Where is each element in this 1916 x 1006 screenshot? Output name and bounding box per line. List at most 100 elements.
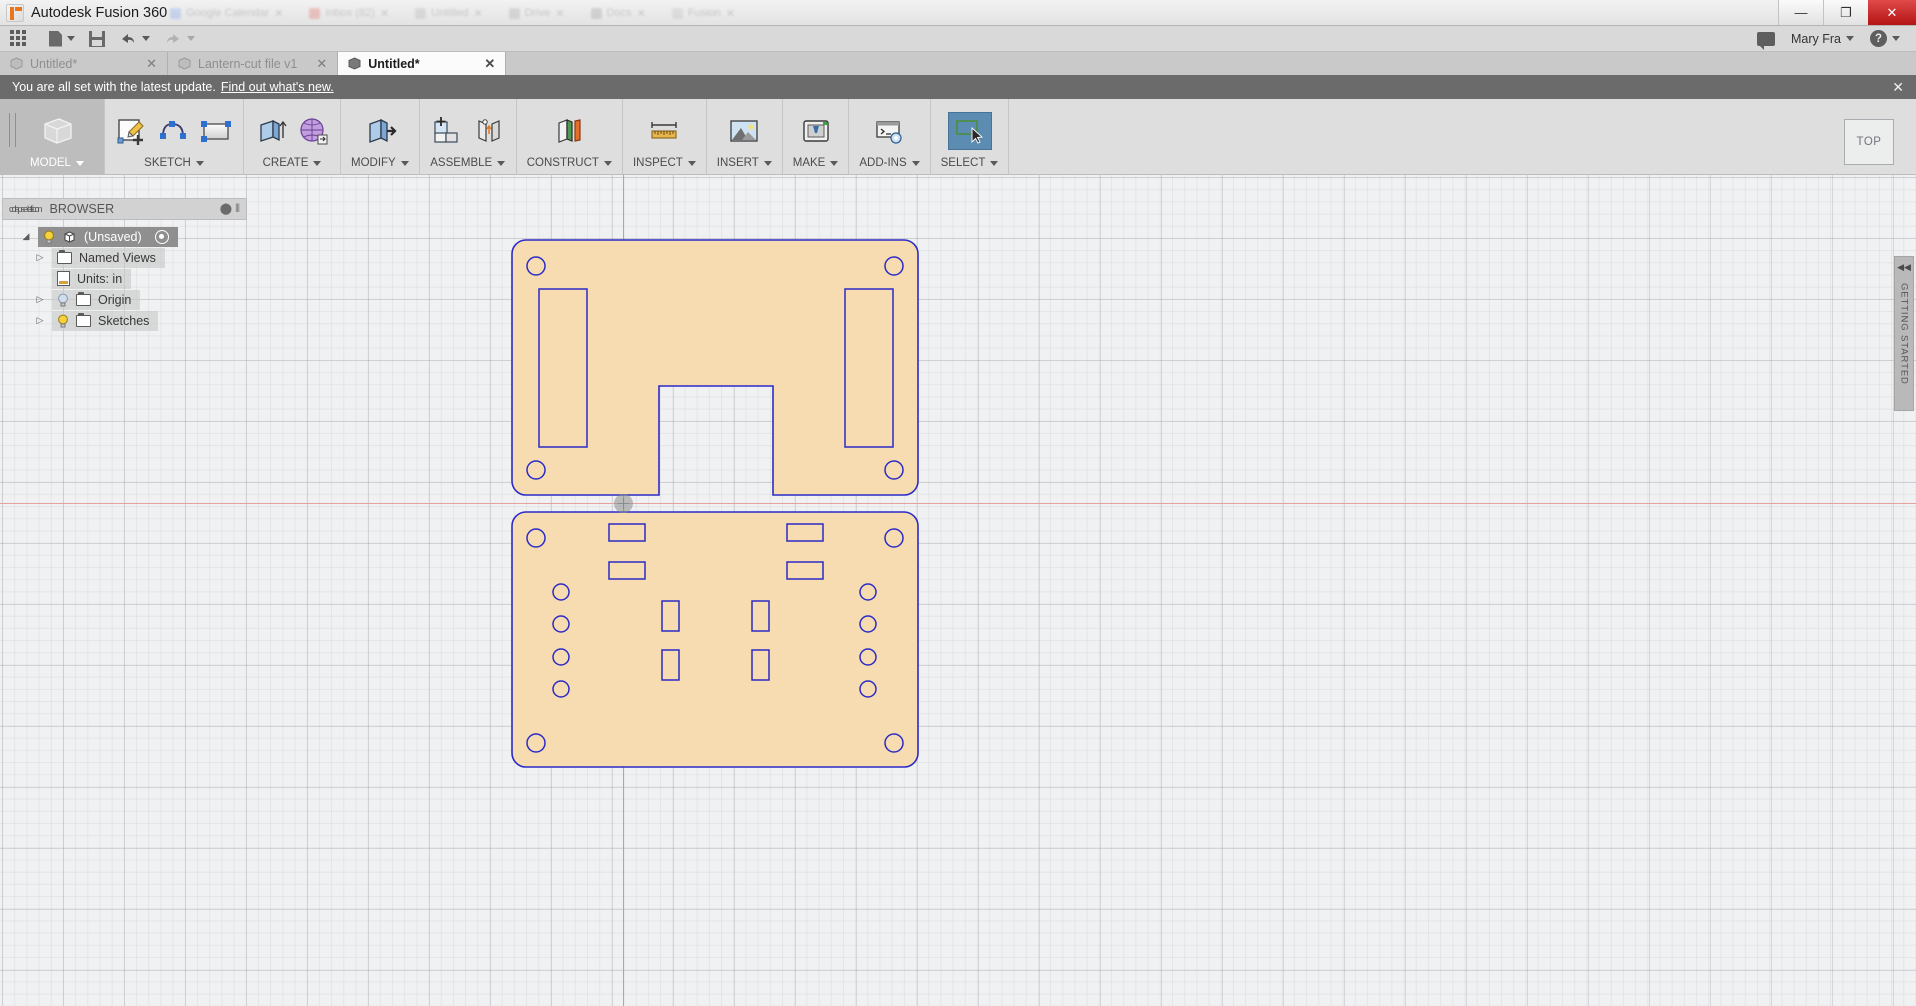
chevron-down-icon [1892,36,1900,41]
construct-plane-icon[interactable] [552,114,586,148]
light-bulb-icon[interactable] [57,293,69,307]
new-document-icon [49,30,62,47]
getting-started-rail[interactable]: ◀◀ GETTING STARTED [1894,256,1914,411]
redo-button[interactable] [164,32,195,46]
expand-twisty-icon[interactable]: ▷ [34,294,46,305]
component-cube-icon [62,230,77,244]
undo-button[interactable] [119,32,150,46]
ribbon-panel-assemble[interactable]: ASSEMBLE [420,99,517,174]
insert-image-icon[interactable] [727,114,761,148]
panel-menu-icon[interactable]: ⬤ ⦀ [220,202,240,216]
ribbon-panel-insert[interactable]: INSERT [707,99,783,174]
ribbon-panel-create[interactable]: CREATE [244,99,341,174]
document-tab-0[interactable]: Untitled* ✕ [0,52,168,75]
form-icon[interactable] [296,114,330,148]
chevron-down-icon [187,36,195,41]
close-icon[interactable]: ✕ [1892,79,1904,96]
chevron-down-icon [142,36,150,41]
create-sketch-icon[interactable] [115,114,149,148]
rectangle-icon[interactable] [199,114,233,148]
close-icon[interactable]: ✕ [484,56,495,72]
tree-item-sketches[interactable]: ▷ Sketches [2,310,247,331]
ribbon-panel-sketch[interactable]: SKETCH [105,99,244,174]
spline-icon[interactable] [157,114,191,148]
ribbon-panel-label: SKETCH [144,157,204,172]
browser-header: collapse-left-icon BROWSER ⬤ ⦀ [2,198,247,220]
measure-ruler-icon[interactable] [647,114,681,148]
collapse-left-icon[interactable]: collapse-left-icon [9,204,43,214]
help-menu[interactable]: ? [1870,30,1900,47]
document-cube-icon [10,57,23,70]
joint-icon[interactable] [472,114,506,148]
close-icon[interactable]: ✕ [316,56,327,72]
undo-icon [119,32,137,46]
document-tab-1[interactable]: Lantern-cut file v1 ✕ [168,52,339,75]
quick-access-toolbar: Mary Fra ? [0,26,1916,52]
tree-item-named-views[interactable]: ▷ Named Views [2,247,247,268]
ribbon-panel-model[interactable]: MODEL [0,99,105,174]
expand-twisty-icon[interactable]: ◢ [20,231,32,242]
activate-target-icon[interactable] [154,229,169,244]
sketch-geometry [511,239,919,768]
3d-print-icon[interactable] [799,114,833,148]
light-bulb-icon[interactable] [57,314,69,328]
document-cube-icon [348,57,361,70]
new-component-icon[interactable] [430,114,464,148]
tree-item-label: Named Views [79,250,156,265]
collapse-left-icon[interactable]: ◀◀ [1897,262,1911,273]
ribbon-panel-modify[interactable]: MODIFY [341,99,420,174]
tree-item-units[interactable]: Units: in [2,268,247,289]
tree-item-label: Units: in [77,271,123,286]
close-icon[interactable]: ✕ [146,56,157,72]
tree-item-origin[interactable]: ▷ Origin [2,289,247,310]
whats-new-link[interactable]: Find out what's new. [221,80,334,94]
close-button[interactable]: ✕ [1868,0,1916,25]
update-notification-bar: You are all set with the latest update. … [0,75,1916,99]
chevron-down-icon [67,36,75,41]
document-tab-bar: Untitled* ✕ Lantern-cut file v1 ✕ Untitl… [0,52,1916,75]
user-menu[interactable]: Mary Fra [1791,32,1854,46]
user-name-label: Mary Fra [1791,31,1841,46]
window-controls: — ❐ ✕ [1778,0,1916,25]
ribbon-toolbar: MODEL SKETCH CREATE MODIFY ASSEMBLE CONS… [0,99,1916,175]
folder-icon [76,312,91,327]
expand-twisty-icon[interactable]: ▷ [34,315,46,326]
ribbon-panel-make[interactable]: MAKE [783,99,850,174]
getting-started-label: GETTING STARTED [1898,283,1910,385]
expand-twisty-icon[interactable]: ▷ [34,252,46,263]
ribbon-panel-label: ASSEMBLE [430,157,506,172]
chevron-down-icon [1846,36,1854,41]
ribbon-panel-addins[interactable]: ADD-INS [849,99,931,174]
new-document-button[interactable] [49,30,75,47]
origin-point-marker[interactable] [614,494,633,513]
tree-item-label: Sketches [98,313,150,328]
press-pull-icon[interactable] [363,114,397,148]
app-grid-icon[interactable] [10,30,27,47]
ribbon-panel-label: CONSTRUCT [527,157,612,172]
select-window-icon[interactable] [947,111,992,150]
document-tab-2[interactable]: Untitled* ✕ [338,52,507,75]
view-cube[interactable]: TOP [1844,119,1894,165]
tree-item-label: (Unsaved) [84,229,142,244]
notification-message: You are all set with the latest update. [12,80,216,94]
restore-button[interactable]: ❐ [1823,0,1868,25]
ribbon-panel-select[interactable]: SELECT [931,99,1010,174]
fusion360-logo-icon [6,3,24,22]
tree-item-label: Origin [98,292,132,307]
scripts-addins-icon[interactable] [872,114,906,148]
light-bulb-icon[interactable] [43,230,55,244]
minimize-button[interactable]: — [1778,0,1823,25]
document-tab-label: Untitled* [368,56,420,71]
ribbon-panel-construct[interactable]: CONSTRUCT [517,99,623,174]
tree-item-unsaved[interactable]: ◢ (Unsaved) [2,226,247,247]
extrude-icon[interactable] [254,114,288,148]
ribbon-panel-label: MODEL [30,157,84,172]
design-canvas[interactable] [0,175,1916,1006]
app-title: Autodesk Fusion 360 [31,4,168,21]
save-button[interactable] [89,30,105,47]
lower-base-plate [511,511,919,768]
chat-icon[interactable] [1757,31,1775,50]
ribbon-panel-inspect[interactable]: INSPECT [623,99,707,174]
folder-icon [76,291,91,306]
document-cube-icon [178,57,191,70]
